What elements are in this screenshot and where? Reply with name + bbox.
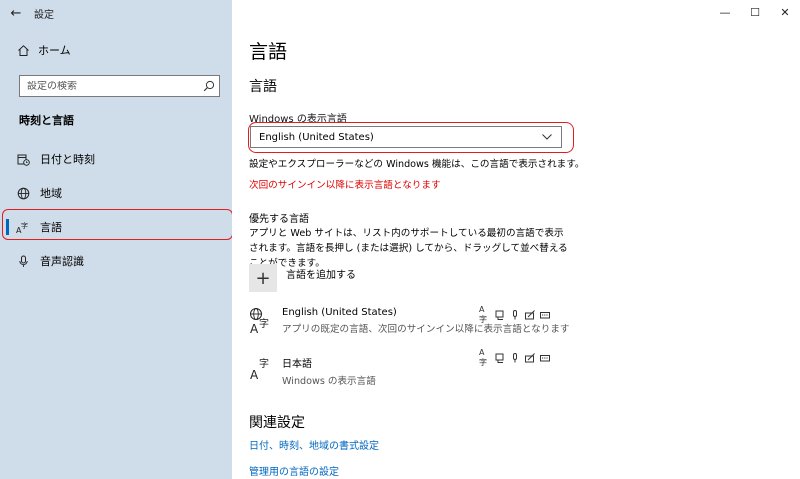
- sidebar-item-label: 日付と時刻: [40, 153, 95, 166]
- search-icon[interactable]: [203, 77, 215, 96]
- preferred-languages-heading: 優先する言語: [249, 214, 309, 225]
- text-to-speech-icon: [494, 309, 505, 320]
- window-controls: — ☐ ✕: [710, 0, 800, 24]
- search-box[interactable]: [19, 75, 220, 97]
- display-language-description: 設定やエクスプローラーなどの Windows 機能は、この言語で表示されます。: [249, 159, 585, 170]
- keyboard-icon: [539, 309, 550, 320]
- language-icon: A字: [249, 355, 273, 383]
- link-admin-language-settings[interactable]: 管理用の言語の設定: [249, 463, 339, 478]
- display-language-icon: A字: [479, 347, 487, 367]
- link-date-time-region-format[interactable]: 日付、時刻、地域の書式設定: [249, 437, 379, 452]
- related-settings-heading: 関連設定: [249, 415, 305, 431]
- close-button[interactable]: ✕: [770, 0, 800, 24]
- sidebar: ← 設定 ホーム 時刻と言語 日付と時刻 地域 A字 言語: [0, 0, 233, 479]
- sidebar-item-date-time[interactable]: 日付と時刻: [0, 144, 232, 174]
- language-sub: Windows の表示言語: [282, 376, 376, 387]
- title-bar: ← 設定: [0, 0, 232, 26]
- restart-warning: 次回のサインイン以降に表示言語となります: [249, 180, 441, 191]
- section-subhead: 言語: [249, 79, 277, 95]
- plus-icon: +: [249, 264, 277, 292]
- language-capabilities: A字: [479, 347, 550, 367]
- home-label: ホーム: [38, 44, 71, 57]
- maximize-icon: ☐: [750, 5, 760, 19]
- section-title: 時刻と言語: [19, 114, 74, 127]
- close-icon: ✕: [780, 5, 790, 19]
- home-icon: [16, 43, 30, 57]
- microphone-icon: [509, 352, 520, 363]
- page-title: 言語: [249, 41, 288, 63]
- minimize-icon: —: [719, 5, 731, 19]
- handwriting-icon: [524, 352, 535, 363]
- sidebar-item-speech[interactable]: 音声認識: [0, 246, 232, 276]
- add-language-label: 言語を追加する: [286, 269, 356, 281]
- microphone-icon: [16, 254, 30, 268]
- microphone-icon: [509, 309, 520, 320]
- annotation-highlight: [248, 122, 574, 153]
- text-to-speech-icon: [494, 352, 505, 363]
- annotation-highlight: [2, 209, 233, 240]
- minimize-button[interactable]: —: [710, 0, 740, 24]
- svg-text:A: A: [250, 368, 259, 382]
- svg-text:字: 字: [259, 357, 269, 370]
- keyboard-icon: [539, 352, 550, 363]
- language-name: 日本語: [282, 359, 312, 370]
- svg-text:字: 字: [259, 317, 269, 330]
- maximize-button[interactable]: ☐: [740, 0, 770, 24]
- sidebar-item-label: 音声認識: [40, 255, 84, 268]
- calendar-clock-icon: [16, 152, 30, 166]
- back-button[interactable]: ←: [0, 0, 32, 26]
- handwriting-icon: [524, 309, 535, 320]
- add-language-button[interactable]: + 言語を追加する: [249, 264, 356, 292]
- search-input[interactable]: [27, 80, 197, 92]
- main-pane: — ☐ ✕ 言語 言語 Windows の表示言語 English (Unite…: [232, 0, 800, 479]
- back-arrow-icon: ←: [10, 5, 22, 21]
- sidebar-item-label: 地域: [40, 187, 62, 200]
- svg-text:A: A: [250, 322, 259, 335]
- sidebar-item-region[interactable]: 地域: [0, 178, 232, 208]
- app-title: 設定: [34, 9, 54, 21]
- globe-icon: [16, 186, 30, 200]
- language-item-japanese[interactable]: A字 日本語 Windows の表示言語: [249, 355, 376, 387]
- language-capabilities: A字: [479, 304, 550, 324]
- language-sub: アプリの既定の言語、次回のサインイン以降に表示言語となります: [282, 324, 570, 335]
- language-globe-icon: A字: [249, 307, 273, 336]
- display-language-icon: A字: [479, 304, 487, 324]
- home-nav-item[interactable]: ホーム: [16, 42, 71, 58]
